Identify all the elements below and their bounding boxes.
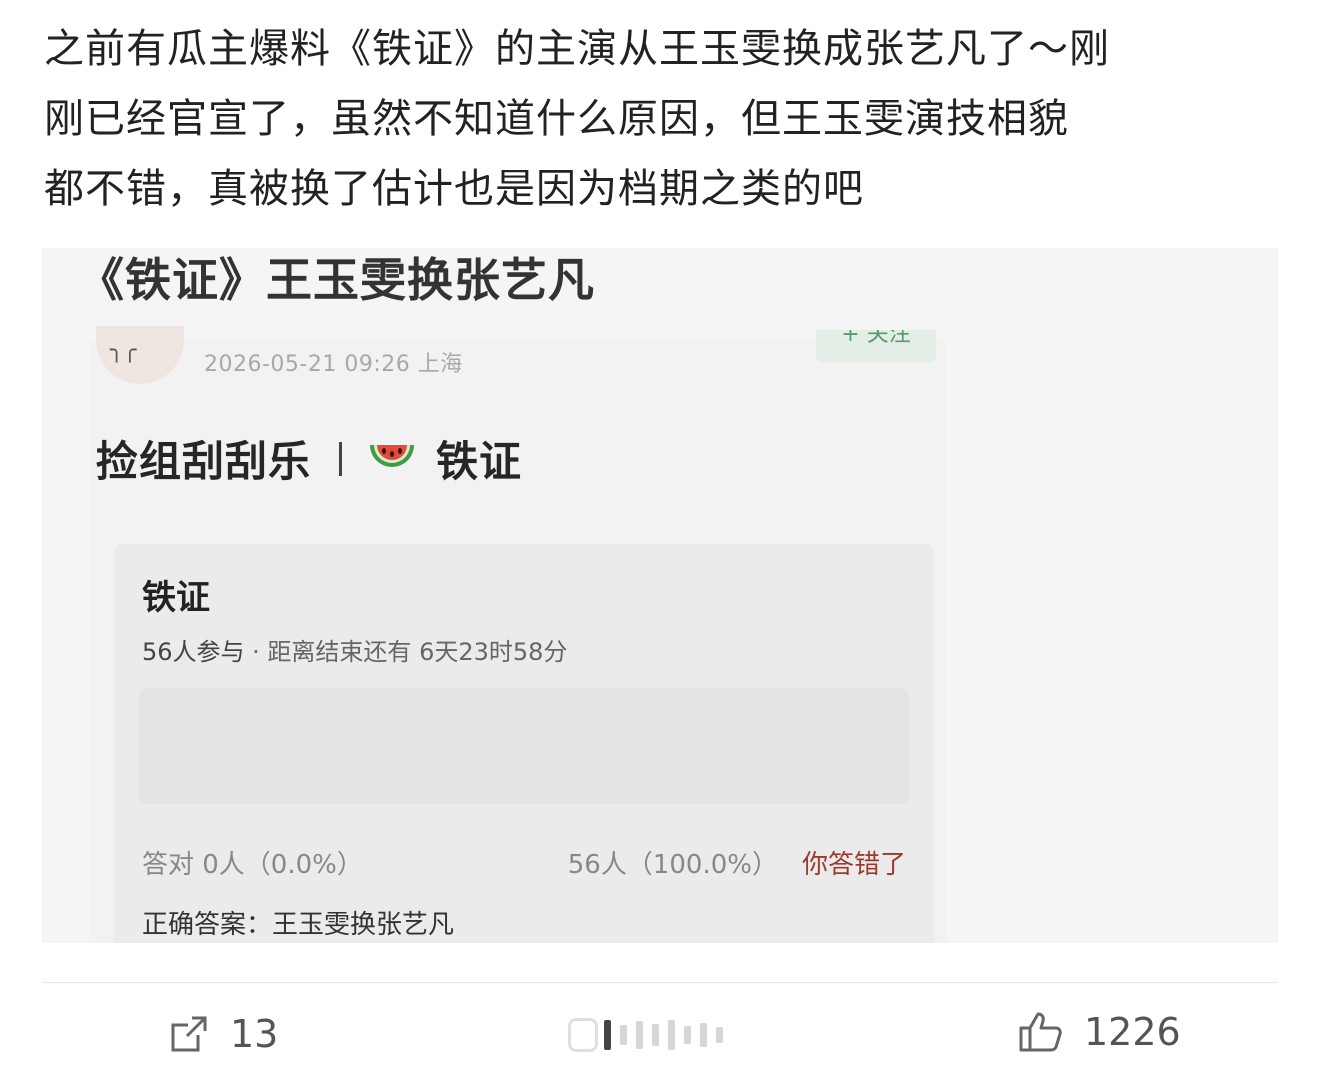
answer-area[interactable] — [138, 688, 910, 804]
dot-separator: · — [244, 638, 268, 666]
post-text-line: 之前有瓜主爆料《铁证》的主演从王玉雯换成张艺凡了～刚 — [44, 26, 1110, 72]
divider — [42, 982, 1278, 983]
card-heading: 捡组刮刮乐 铁证 — [96, 428, 522, 489]
follow-button[interactable]: + 关注 — [816, 330, 936, 362]
post-body: 之前有瓜主爆料《铁证》的主演从王玉雯换成张艺凡了～刚 刚已经官宣了，虽然不知道什… — [44, 14, 1280, 224]
comment-count-placeholder — [604, 1020, 732, 1050]
divider-bar — [339, 441, 343, 476]
heading-right: 铁证 — [436, 437, 523, 486]
share-icon — [171, 1016, 207, 1052]
post-meta: 2026-05-21 09:26 上海 — [204, 352, 463, 377]
embed-title: 《铁证》王玉雯换张艺凡 — [78, 253, 595, 307]
quiz-title: 铁证 — [142, 578, 210, 618]
comment-icon — [568, 1018, 598, 1052]
avatar-face-icon: ╮╭ — [110, 338, 137, 363]
quiz-box: 铁证 56人参与 · 距离结束还有 6天23时58分 答对 0人（0.0%） 5… — [114, 544, 934, 943]
weibo-card: ╮╭ 2026-05-21 09:26 上海 + 关注 捡组刮刮乐 铁证 铁证 … — [90, 326, 946, 943]
follow-label: + 关注 — [841, 330, 911, 347]
share-count: 13 — [230, 1012, 279, 1056]
like-button[interactable]: 1226 — [1018, 1010, 1181, 1054]
watermelon-icon — [370, 444, 415, 467]
like-icon — [1019, 1012, 1062, 1052]
share-button[interactable]: 13 — [168, 1012, 278, 1056]
wrong-stat-group: 56人（100.0%） 你答错了 — [568, 844, 906, 881]
correct-stat: 答对 0人（0.0%） — [142, 850, 363, 880]
post-text-line: 刚已经官宣了，虽然不知道什么原因，但王玉雯演技相貌 — [44, 96, 1069, 142]
action-bar: 13 1226 — [0, 1000, 1320, 1065]
embedded-screenshot[interactable]: 《铁证》王玉雯换张艺凡 ╮╭ 2026-05-21 09:26 上海 + 关注 … — [42, 248, 1278, 943]
participants-count: 56人参与 — [142, 638, 245, 666]
quiz-subtitle: 56人参与 · 距离结束还有 6天23时58分 — [142, 632, 567, 667]
wrong-stat: 56人（100.0%） — [567, 850, 778, 880]
post-text-line: 都不错，真被换了估计也是因为档期之类的吧 — [44, 166, 864, 212]
heading-left: 捡组刮刮乐 — [96, 437, 312, 486]
avatar[interactable]: ╮╭ — [96, 326, 184, 384]
like-count: 1226 — [1084, 1010, 1181, 1054]
correct-answer: 正确答案：王玉雯换张艺凡 — [142, 910, 455, 940]
comment-button[interactable] — [568, 1018, 732, 1052]
countdown: 距离结束还有 6天23时58分 — [267, 638, 568, 666]
wrong-answer-label: 你答错了 — [801, 850, 906, 880]
